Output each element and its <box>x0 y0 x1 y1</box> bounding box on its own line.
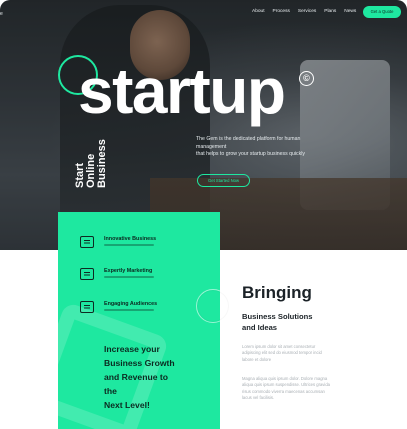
hero-description: The Gem is the dedicated platform for hu… <box>196 136 331 159</box>
features-panel: Innovative Business Expertly Marketing E… <box>58 212 220 429</box>
nav-item-news[interactable]: News <box>344 9 356 15</box>
feature-item: Engaging Audiences <box>80 301 210 319</box>
growth-callout: Increase your Business Growth and Revenu… <box>104 342 204 412</box>
hero-title: startup <box>78 55 286 127</box>
feature-item: Innovative Business <box>80 236 210 254</box>
section-heading: Bringing <box>242 283 312 302</box>
feature-title: Engaging Audiences <box>104 301 158 307</box>
section-subheading: Business Solutions and Ideas <box>242 311 312 333</box>
subheading-line-1: Business Solutions <box>242 312 313 321</box>
chart-icon <box>80 268 94 280</box>
bag-icon <box>80 301 94 313</box>
copyright-icon: © <box>299 71 314 86</box>
hero-description-line-1: The Gem is the dedicated platform for hu… <box>196 136 301 150</box>
vertical-line-3: Business <box>96 139 108 188</box>
nav-item-services[interactable]: Services <box>298 9 316 15</box>
briefcase-icon <box>80 236 94 248</box>
landing-page: e About Process Services Plans News Get … <box>0 0 407 429</box>
feature-item: Expertly Marketing <box>80 268 210 286</box>
vertical-tagline: Start Online Business <box>74 128 108 188</box>
feature-subtext-line <box>104 309 154 311</box>
nav-item-plans[interactable]: Plans <box>324 9 336 15</box>
hero-description-line-2: that helps to grow your startup business… <box>196 151 305 157</box>
callout-line-2: Business Growth <box>104 358 175 368</box>
callout-line-1: Increase your <box>104 344 160 354</box>
get-started-button[interactable]: Get Started Now <box>197 174 250 187</box>
nav-item-process[interactable]: Process <box>273 9 290 15</box>
nav-item-about[interactable]: About <box>252 9 265 15</box>
subheading-line-2: and Ideas <box>242 323 278 332</box>
callout-line-5: Next Level! <box>104 400 150 410</box>
callout-line-4: the <box>104 386 117 396</box>
section-paragraph-2: Magna aliqua quis ipsum dolor. Dolore ma… <box>242 376 330 401</box>
feature-subtext-line <box>104 276 154 278</box>
logo-fragment: e <box>0 11 3 17</box>
feature-title: Expertly Marketing <box>104 268 153 274</box>
circle-decoration <box>196 289 230 323</box>
main-nav: About Process Services Plans News <box>252 9 356 15</box>
feature-title: Innovative Business <box>104 236 157 242</box>
get-quote-button[interactable]: Get a Quote <box>363 6 401 18</box>
feature-subtext-line <box>104 244 154 246</box>
section-paragraph-1: Lorem ipsum dolor sit amet consectetur a… <box>242 344 322 362</box>
callout-line-3: and Revenue to <box>104 372 168 382</box>
